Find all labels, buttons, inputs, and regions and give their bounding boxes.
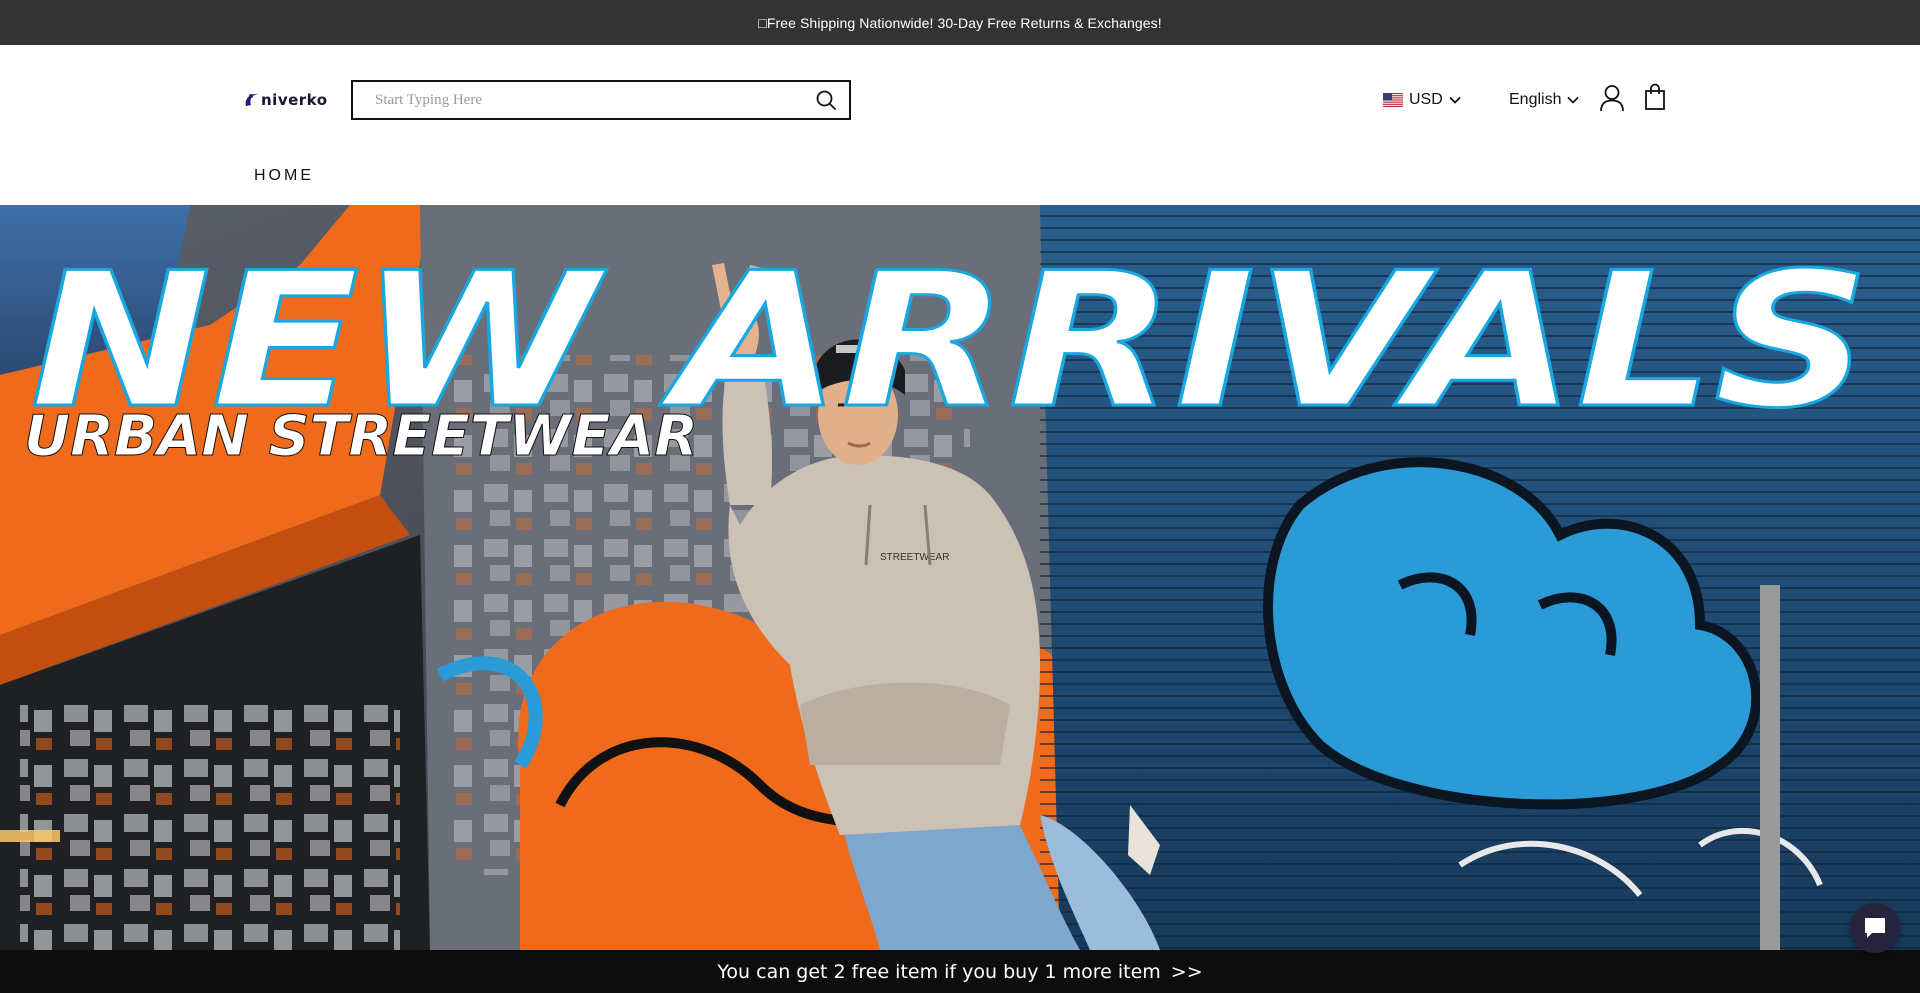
chat-button[interactable] bbox=[1850, 903, 1900, 953]
currency-label: USD bbox=[1409, 91, 1443, 108]
shopping-bag-icon bbox=[1645, 83, 1665, 110]
hero-banner[interactable]: STREETWEAR NEW ARRIVALS URBAN STREETWEAR bbox=[0, 205, 1920, 950]
search-input[interactable] bbox=[353, 82, 803, 118]
announcement-text: □Free Shipping Nationwide! 30-Day Free R… bbox=[758, 14, 1162, 31]
language-label: English bbox=[1509, 91, 1562, 108]
nav-item-home[interactable]: HOME bbox=[254, 167, 314, 184]
promo-text: You can get 2 free item if you buy 1 mor… bbox=[717, 960, 1161, 983]
language-selector[interactable]: English bbox=[1509, 88, 1580, 112]
hero-image: STREETWEAR NEW ARRIVALS URBAN STREETWEAR bbox=[0, 205, 1920, 950]
site-header: niverko USD bbox=[0, 45, 1920, 205]
search-icon bbox=[816, 90, 836, 110]
cart-button[interactable] bbox=[1644, 83, 1666, 111]
search-button[interactable] bbox=[803, 82, 849, 118]
search-bar bbox=[351, 80, 851, 120]
promo-arrows: >> bbox=[1170, 960, 1203, 983]
account-button[interactable] bbox=[1599, 84, 1625, 112]
logo[interactable]: niverko bbox=[242, 85, 330, 115]
chat-bubble-icon bbox=[1865, 918, 1885, 938]
logo-text: niverko bbox=[261, 91, 328, 109]
chevron-down-icon bbox=[1449, 96, 1461, 104]
us-flag-icon bbox=[1383, 93, 1403, 107]
chevron-down-icon bbox=[1567, 96, 1580, 104]
svg-text:STREETWEAR: STREETWEAR bbox=[880, 552, 949, 563]
hero-subheadline: URBAN STREETWEAR bbox=[24, 404, 698, 469]
user-icon bbox=[1600, 85, 1624, 112]
announcement-bar: □Free Shipping Nationwide! 30-Day Free R… bbox=[0, 0, 1920, 45]
main-nav: HOME bbox=[254, 167, 314, 185]
promo-bar[interactable]: You can get 2 free item if you buy 1 mor… bbox=[0, 950, 1920, 993]
currency-selector[interactable]: USD bbox=[1383, 88, 1461, 112]
